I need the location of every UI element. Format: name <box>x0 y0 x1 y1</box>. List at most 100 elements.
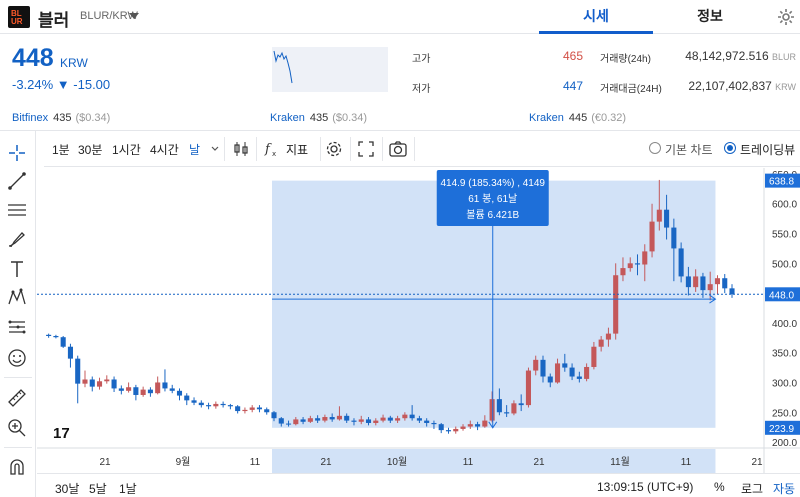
price-chart[interactable]: 650.0600.0550.0500.0450.0400.0350.0300.0… <box>37 168 800 473</box>
radio-tradingview[interactable] <box>724 142 736 154</box>
text-icon[interactable] <box>6 258 28 280</box>
candle-body <box>598 339 604 347</box>
candle-body <box>315 418 321 421</box>
exchange-name: Kraken <box>529 112 564 124</box>
logo-line2: UR <box>11 17 23 26</box>
candle-body <box>714 278 721 285</box>
magnet-icon[interactable] <box>6 456 28 478</box>
candle-body <box>671 227 677 249</box>
candle-body <box>656 209 662 222</box>
basic-chart-label[interactable]: 기본 차트 <box>665 141 713 158</box>
candle-body <box>365 419 372 423</box>
y-tick-label: 550.0 <box>772 230 797 241</box>
candle-body <box>482 420 488 427</box>
interval-4h[interactable]: 4시간 <box>150 141 179 158</box>
zoom-in-icon[interactable] <box>6 417 28 439</box>
candle-body <box>300 419 306 422</box>
x-tick-label: 9월 <box>176 456 191 468</box>
candle-body <box>489 399 495 421</box>
percent-toggle[interactable]: % <box>714 480 725 494</box>
app-header: BL UR 블러 BLUR/KRW 시세 정보 <box>0 0 800 34</box>
interval-1h[interactable]: 1시간 <box>112 141 141 158</box>
candle-body <box>540 359 546 377</box>
price-axis-label: 448.0 <box>769 290 794 301</box>
candle-body <box>162 382 168 389</box>
drawing-toolbar <box>0 131 36 497</box>
emoji-icon[interactable] <box>6 347 28 369</box>
fx-icon[interactable]: f x <box>264 140 282 158</box>
candle-body <box>569 367 575 377</box>
range-1d[interactable]: 1날 <box>119 480 137 497</box>
horizontal-lines-icon[interactable] <box>6 199 28 221</box>
candle-body <box>256 407 263 410</box>
crosshair-icon[interactable] <box>6 142 28 164</box>
candle-body <box>336 415 342 420</box>
camera-icon[interactable] <box>388 140 408 158</box>
range-30d[interactable]: 30날 <box>55 480 79 497</box>
tab-info[interactable]: 정보 <box>653 0 767 34</box>
interval-1m[interactable]: 1분 <box>52 141 70 158</box>
interval-30m[interactable]: 30분 <box>78 141 102 158</box>
candle-body <box>373 420 379 423</box>
candle-body <box>475 424 481 427</box>
candle-body <box>75 358 81 384</box>
candle-body <box>118 388 124 391</box>
tab-price[interactable]: 시세 <box>539 0 653 34</box>
candle-body <box>67 346 73 359</box>
candle-body <box>89 379 95 387</box>
fib-icon[interactable] <box>6 316 28 338</box>
ruler-icon[interactable] <box>6 387 28 409</box>
exchange-name: Bitfinex <box>12 112 49 124</box>
candle-body <box>322 417 328 421</box>
coin-name[interactable]: 블러 <box>38 6 69 31</box>
x-tick-label: 11 <box>250 457 261 468</box>
exchange-price[interactable]: Kraken 445 (€0.32) <box>529 112 626 124</box>
fullscreen-icon[interactable] <box>357 140 375 158</box>
interval-day[interactable]: 날 <box>189 141 200 158</box>
exchange-price[interactable]: Kraken 435 ($0.34) <box>270 112 367 124</box>
x-tick-label: 10월 <box>387 456 407 468</box>
clock-readout: 13:09:15 (UTC+9) <box>597 480 694 494</box>
candle-body <box>525 370 531 406</box>
candle-body <box>53 336 59 338</box>
indicator-button[interactable]: 지표 <box>286 141 308 158</box>
pattern-icon[interactable] <box>6 286 28 308</box>
log-toggle[interactable]: 로그 <box>741 480 763 497</box>
candle-body <box>445 430 452 432</box>
amount-value: 22,107,402,837 <box>688 79 772 93</box>
y-tick-label: 250.0 <box>772 408 797 419</box>
tradingview-label[interactable]: 트레이딩뷰 <box>740 141 795 158</box>
divider <box>382 137 383 161</box>
high-label: 고가 <box>412 54 431 65</box>
chart-logo: 17 <box>53 425 70 442</box>
range-5d[interactable]: 5날 <box>89 480 107 497</box>
candles-icon[interactable] <box>232 140 250 158</box>
y-tick-label: 400.0 <box>772 319 797 330</box>
y-tick-label: 350.0 <box>772 349 797 360</box>
gear-icon[interactable] <box>776 7 796 27</box>
candle-body <box>634 263 641 265</box>
trend-line-icon[interactable] <box>6 170 28 192</box>
exchange-value: 435 <box>53 112 72 124</box>
candle-body <box>678 248 684 277</box>
candle-body <box>264 409 270 413</box>
auto-toggle[interactable]: 자동 <box>773 480 795 497</box>
brush-icon[interactable] <box>6 228 28 250</box>
candle-body <box>511 403 517 414</box>
exchange-price[interactable]: Bitfinex 435 ($0.34) <box>12 112 110 124</box>
candle-body <box>140 389 146 395</box>
y-tick-label: 300.0 <box>772 378 797 389</box>
candle-body <box>467 424 473 427</box>
candle-body <box>278 418 284 424</box>
chart-footer: 30날 5날 1날 13:09:15 (UTC+9) % 로그 자동 <box>37 473 800 497</box>
candle-body <box>693 276 699 288</box>
settings-icon[interactable] <box>325 140 343 158</box>
radio-basic-chart[interactable] <box>649 142 661 154</box>
divider <box>320 137 321 161</box>
chevron-down-icon[interactable] <box>129 13 139 19</box>
chart-toolbar: 1분 30분 1시간 4시간 날 f x 지표 기본 차트 트레이딩뷰 <box>44 131 800 167</box>
sparkline <box>272 47 388 92</box>
chevron-down-icon[interactable] <box>211 146 219 152</box>
current-price: 448 <box>12 44 54 72</box>
candle-body <box>416 418 422 421</box>
